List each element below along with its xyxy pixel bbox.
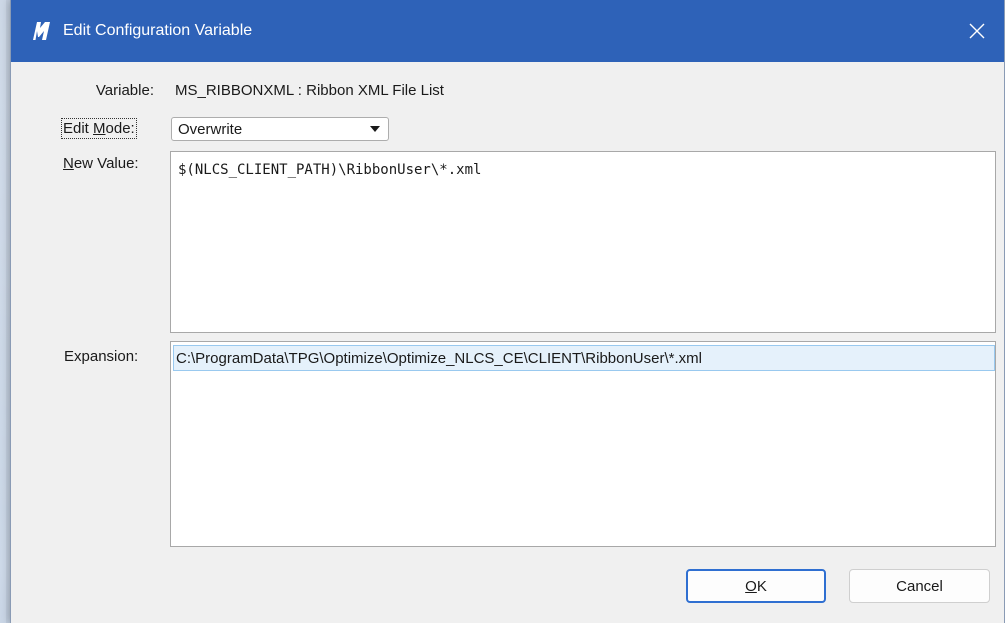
microstation-icon bbox=[29, 18, 55, 44]
expansion-list[interactable]: C:\ProgramData\TPG\Optimize\Optimize_NLC… bbox=[170, 341, 996, 547]
chevron-down-icon[interactable] bbox=[370, 126, 380, 132]
edit-mode-selected: Overwrite bbox=[178, 120, 243, 138]
cancel-button[interactable]: Cancel bbox=[849, 569, 990, 603]
expansion-label: Expansion: bbox=[64, 348, 139, 365]
new-value-text: $(NLCS_CLIENT_PATH)\RibbonUser\*.xml bbox=[178, 162, 482, 178]
new-value-field[interactable]: $(NLCS_CLIENT_PATH)\RibbonUser\*.xml bbox=[170, 151, 996, 333]
ok-button-accel: O bbox=[745, 577, 757, 595]
edit-configuration-variable-dialog: Edit Configuration Variable Variable: MS… bbox=[10, 0, 1005, 623]
new-value-label: New Value: bbox=[63, 155, 139, 172]
edit-mode-label-prefix: Edit bbox=[63, 120, 94, 137]
close-icon[interactable] bbox=[964, 18, 990, 44]
variable-label: Variable: bbox=[95, 82, 154, 99]
new-value-label-suffix: ew Value: bbox=[73, 155, 139, 172]
variable-value: MS_RIBBONXML : Ribbon XML File List bbox=[175, 82, 444, 99]
edit-mode-label: Edit Mode: bbox=[61, 118, 137, 139]
dialog-title: Edit Configuration Variable bbox=[63, 22, 253, 39]
list-item[interactable]: C:\ProgramData\TPG\Optimize\Optimize_NLC… bbox=[173, 345, 995, 371]
ok-button[interactable]: OK bbox=[686, 569, 826, 603]
ok-button-suffix: K bbox=[756, 577, 767, 595]
edit-mode-label-suffix: ode: bbox=[105, 120, 135, 137]
title-bar: Edit Configuration Variable bbox=[11, 0, 1004, 62]
new-value-label-accel: N bbox=[63, 155, 74, 172]
edit-mode-dropdown[interactable]: Overwrite bbox=[171, 117, 389, 141]
edit-mode-label-accel: M bbox=[93, 120, 106, 137]
